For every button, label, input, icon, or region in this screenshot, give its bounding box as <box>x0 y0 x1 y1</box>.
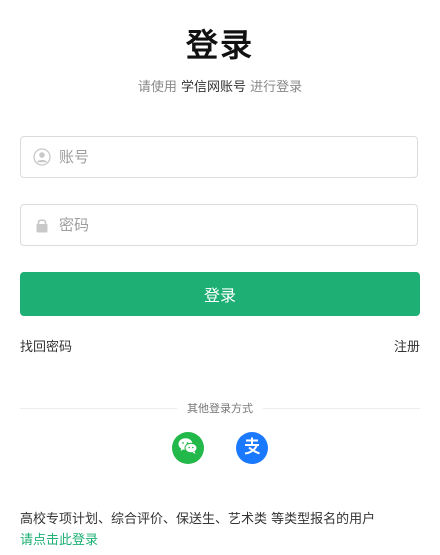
wechat-login-button[interactable] <box>172 432 204 464</box>
divider-line-left <box>20 407 177 409</box>
alipay-login-button[interactable] <box>236 432 268 464</box>
subtitle-prefix: 请使用 <box>137 80 181 95</box>
lock-icon <box>33 216 51 234</box>
forgot-password-link[interactable]: 找回密码 <box>20 336 72 355</box>
other-login-divider: 其他登录方式 <box>20 400 420 416</box>
login-subtitle: 请使用 学信网账号 进行登录 <box>0 76 440 95</box>
register-link[interactable]: 注册 <box>394 336 420 355</box>
alipay-icon <box>242 436 262 460</box>
login-button[interactable]: 登录 <box>20 272 420 316</box>
special-admission-note: 高校专项计划、综合评价、保送生、艺术类 等类型报名的用户 <box>20 512 376 527</box>
password-input[interactable] <box>59 205 417 245</box>
subtitle-account-name: 学信网账号 <box>180 80 246 95</box>
subtitle-suffix: 进行登录 <box>246 80 303 95</box>
special-login-link[interactable]: 请点击此登录 <box>20 529 98 548</box>
user-icon <box>33 148 51 166</box>
other-login-label: 其他登录方式 <box>187 402 253 415</box>
page-title: 登录 <box>185 26 254 64</box>
password-field[interactable] <box>20 204 418 246</box>
wechat-icon <box>177 436 199 460</box>
account-input[interactable] <box>59 137 417 177</box>
divider-line-right <box>263 407 420 409</box>
account-field[interactable] <box>20 136 418 178</box>
